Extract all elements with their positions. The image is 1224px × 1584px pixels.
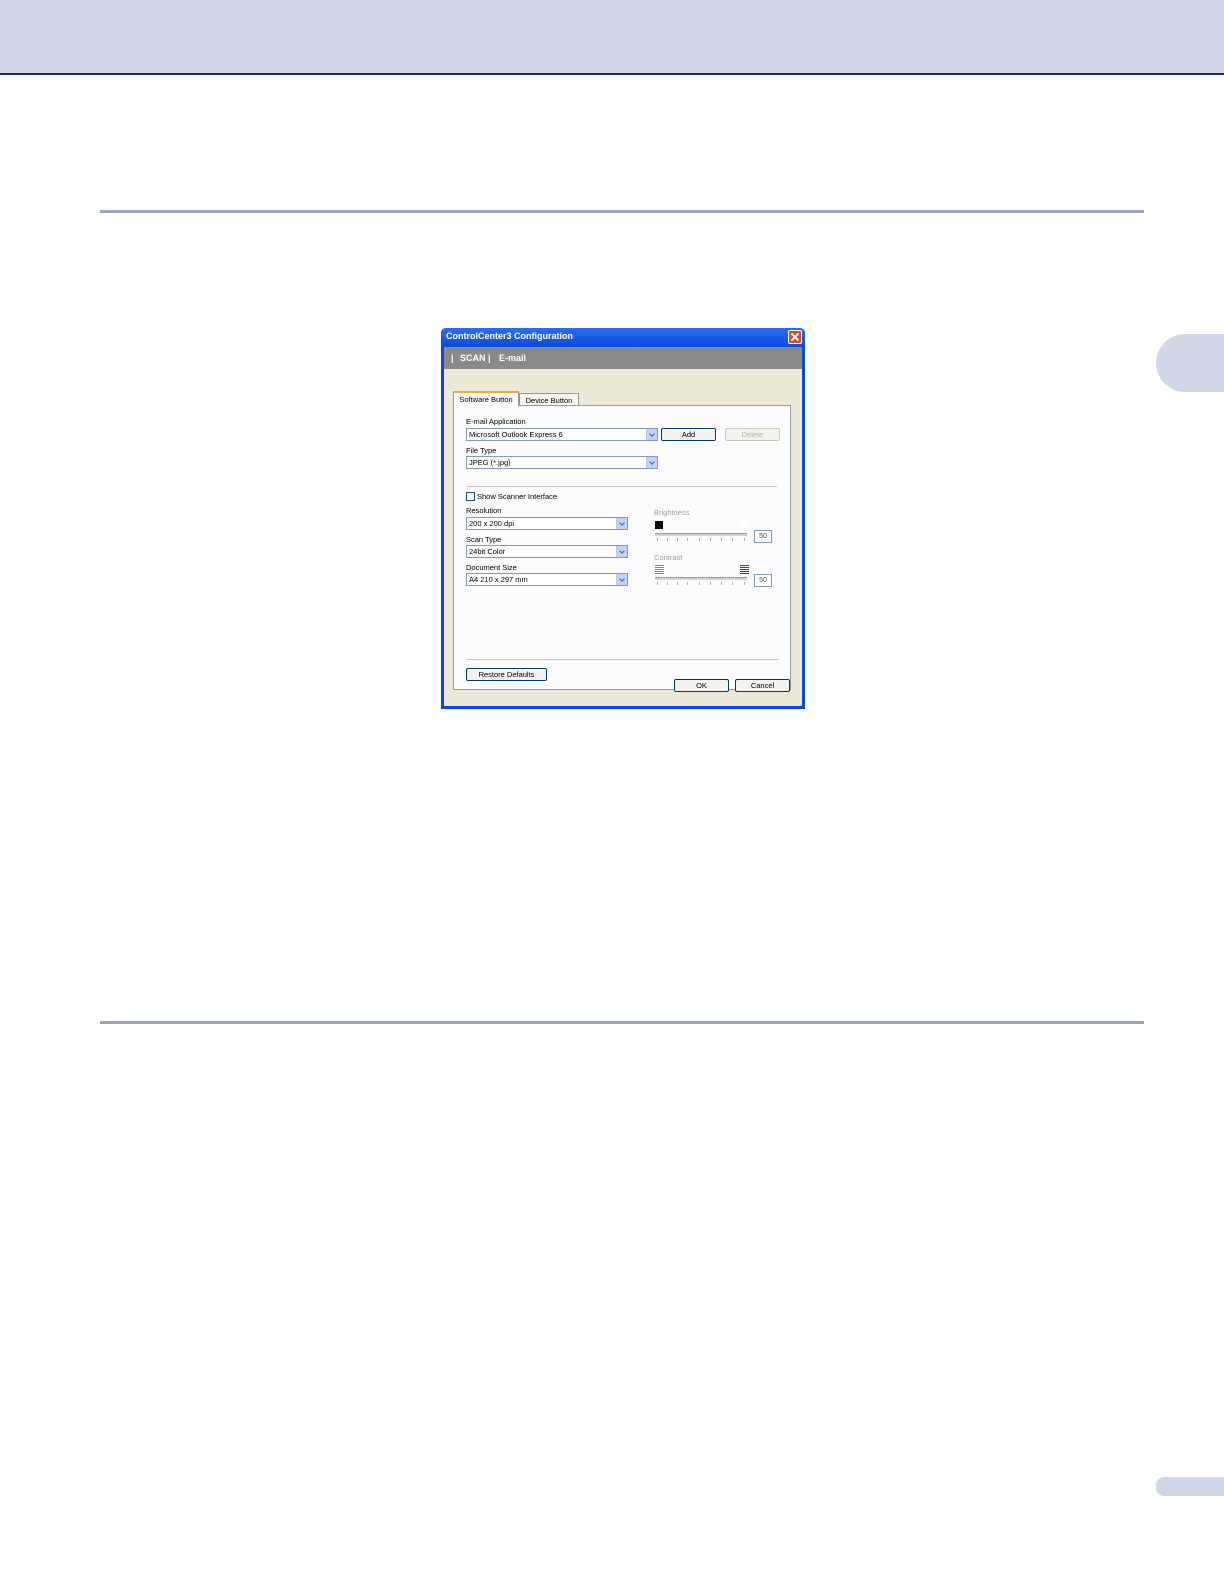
- ok-button[interactable]: OK: [674, 679, 729, 692]
- contrast-label: Contrast: [654, 553, 683, 562]
- tab-panel: E-mail Application Microsoft Outlook Exp…: [453, 405, 791, 690]
- slider-tick: [699, 538, 700, 541]
- breadcrumb-separator: |: [488, 353, 491, 363]
- slider-tick: [744, 538, 745, 541]
- email-application-select[interactable]: Microsoft Outlook Express 6: [466, 428, 658, 441]
- contrast-value[interactable]: 50: [754, 574, 772, 587]
- delete-button[interactable]: Delete: [725, 428, 780, 441]
- tab-software-button[interactable]: Software Button: [453, 391, 519, 406]
- show-scanner-interface-checkbox[interactable]: [466, 492, 475, 501]
- divider: [466, 486, 777, 487]
- resolution-label: Resolution: [466, 506, 502, 515]
- dialog-client-area: | SCAN | E-mail Software Button Device B…: [444, 347, 802, 706]
- slider-tick: [687, 538, 688, 541]
- brightness-light-icon: [741, 519, 749, 527]
- chevron-down-icon[interactable]: [616, 574, 627, 585]
- section-rule-top: [100, 210, 1144, 213]
- email-application-label: E-mail Application: [466, 417, 526, 426]
- breadcrumb-section: SCAN: [460, 353, 486, 363]
- slider-tick: [710, 538, 711, 541]
- document-size-label: Document Size: [466, 563, 517, 572]
- chevron-down-icon[interactable]: [646, 457, 657, 468]
- slider-tick: [721, 538, 722, 541]
- scan-type-label: Scan Type: [466, 535, 502, 544]
- slider-tick: [667, 582, 668, 585]
- slider-tick: [657, 582, 658, 585]
- file-type-value: JPEG (*.jpg): [469, 458, 511, 467]
- document-size-value: A4 210 x 297 mm: [469, 575, 528, 584]
- scan-type-value: 24bit Color: [469, 547, 506, 556]
- cancel-button[interactable]: Cancel: [735, 679, 790, 692]
- page-number-tab: [1156, 1477, 1224, 1496]
- chevron-down-icon[interactable]: [616, 518, 627, 529]
- slider-tick: [677, 538, 678, 541]
- chevron-down-icon[interactable]: [646, 429, 657, 440]
- show-scanner-interface-label: Show Scanner Interface: [477, 492, 558, 501]
- slider-tick: [657, 538, 658, 541]
- page-header-band: [0, 0, 1224, 75]
- brightness-dark-icon: [655, 521, 663, 529]
- slider-tick: [744, 582, 745, 585]
- brightness-label: Brightness: [654, 508, 690, 517]
- add-button[interactable]: Add: [661, 428, 716, 441]
- dialog-title: ControlCenter3 Configuration: [446, 331, 573, 341]
- resolution-select[interactable]: 200 x 200 dpi: [466, 517, 628, 530]
- slider-tick: [710, 582, 711, 585]
- brightness-slider[interactable]: [655, 533, 747, 536]
- controlcenter3-configuration-dialog: ControlCenter3 Configuration | SCAN | E-…: [441, 328, 805, 709]
- divider: [466, 659, 779, 660]
- contrast-slider[interactable]: [655, 577, 747, 580]
- contrast-low-icon: [655, 565, 664, 574]
- chevron-down-icon[interactable]: [616, 546, 627, 557]
- close-icon[interactable]: [788, 330, 802, 344]
- slider-tick: [667, 538, 668, 541]
- title-bar[interactable]: ControlCenter3 Configuration: [441, 328, 805, 347]
- slider-tick: [677, 582, 678, 585]
- document-size-select[interactable]: A4 210 x 297 mm: [466, 573, 628, 586]
- breadcrumb-separator: |: [451, 353, 454, 363]
- email-application-value: Microsoft Outlook Express 6: [469, 430, 563, 439]
- slider-tick: [732, 582, 733, 585]
- breadcrumb-page: E-mail: [499, 353, 527, 363]
- breadcrumb: | SCAN | E-mail: [444, 347, 802, 369]
- file-type-select[interactable]: JPEG (*.jpg): [466, 456, 658, 469]
- file-type-label: File Type: [466, 446, 497, 455]
- brightness-value[interactable]: 50: [754, 530, 772, 543]
- resolution-value: 200 x 200 dpi: [469, 519, 515, 528]
- restore-defaults-button[interactable]: Restore Defaults: [466, 668, 547, 681]
- slider-tick: [721, 582, 722, 585]
- scan-type-select[interactable]: 24bit Color: [466, 545, 628, 558]
- chapter-side-tab: [1156, 334, 1224, 392]
- slider-tick: [687, 582, 688, 585]
- section-rule-bottom: [100, 1021, 1144, 1024]
- slider-tick: [699, 582, 700, 585]
- slider-tick: [732, 538, 733, 541]
- contrast-high-icon: [740, 565, 749, 574]
